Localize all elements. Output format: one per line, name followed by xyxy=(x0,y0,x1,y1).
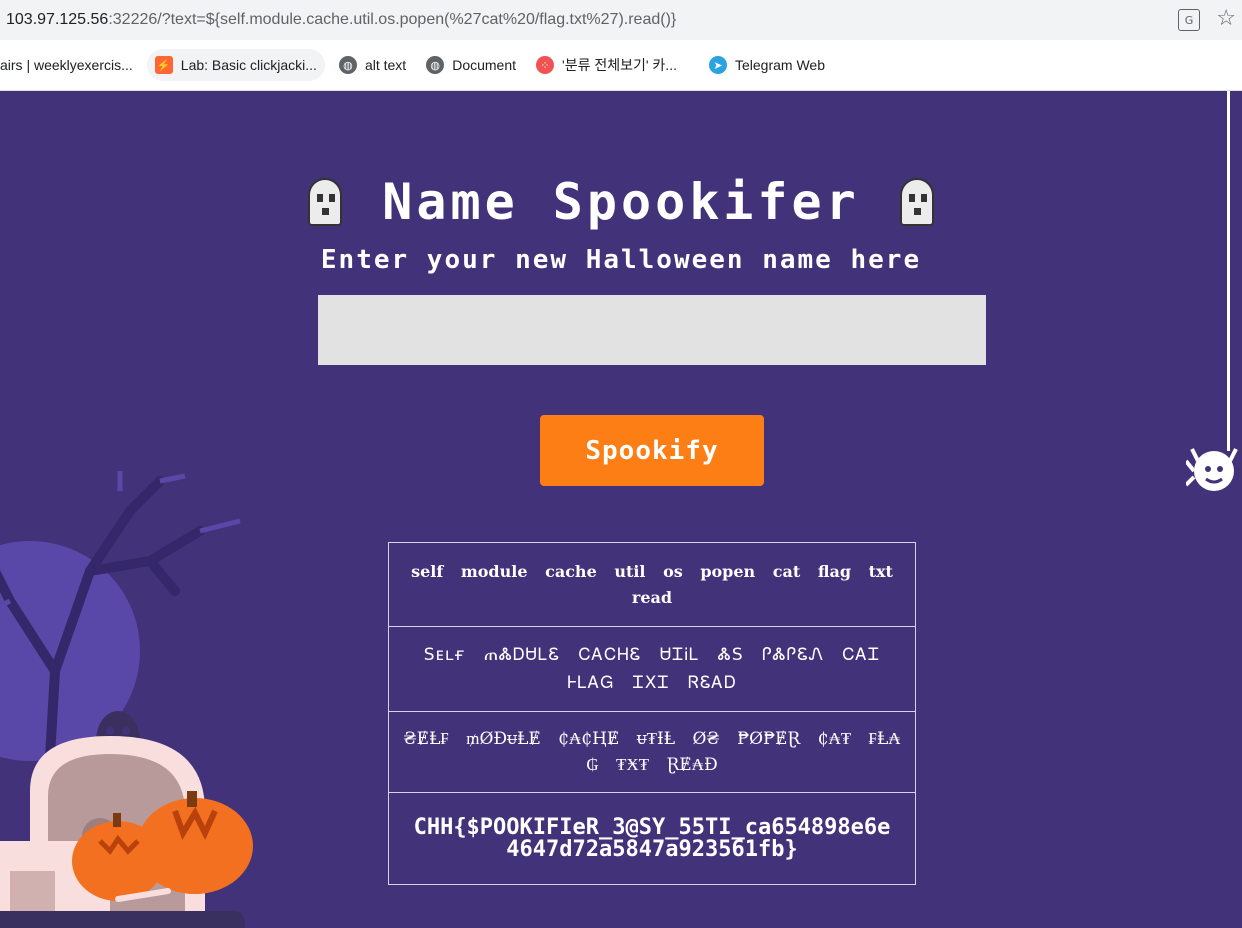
telegram-icon: ➤ xyxy=(708,56,727,74)
spider-icon xyxy=(1186,448,1238,491)
globe-icon: ◍ xyxy=(426,56,445,74)
url-host: 103.97.125.56 xyxy=(6,11,109,28)
bookmark-item[interactable]: airs | weeklyexercis... xyxy=(0,49,141,81)
table-row: self module cache util os popen cat flag… xyxy=(388,542,916,627)
bookmark-label: '분류 전체보기' 카... xyxy=(562,57,677,73)
table-row: ₴ɆⱠ₣ ₥ØĐᵾⱠɆ ₵₳₵ⱧɆ ᵾ₮ƗⱠ Ø₴ ₱Ø₱ɆⱤ ₵₳₮ ₣Ⱡ₳₲… xyxy=(388,711,916,793)
result-cell: self module cache util os popen cat flag… xyxy=(388,542,916,627)
table-row: Sᴇʟғ ጠᏜᎠᏌᏞᏋ ᏟᎪᏟᎻᏋ ᏌᏆᎥᏞ ᏜS ᎵᏜᎵᏋᏁ ᏟᎪᏆ ᎰᏞᎪᏀ… xyxy=(388,626,916,712)
bookmark-label: Telegram Web xyxy=(734,57,825,73)
url-path: :32226/?text=${self.module.cache.util.os… xyxy=(108,11,677,28)
result-cell: ₴ɆⱠ₣ ₥ØĐᵾⱠɆ ₵₳₵ⱧɆ ᵾ₮ƗⱠ Ø₴ ₱Ø₱ɆⱤ ₵₳₮ ₣Ⱡ₳₲… xyxy=(388,711,916,793)
translate-glyph: G xyxy=(1184,13,1194,27)
globe-icon: ◍ xyxy=(338,56,357,74)
results-table: self module cache util os popen cat flag… xyxy=(388,542,916,885)
bookmarks-bar: airs | weeklyexercis... ⚡ Lab: Basic cli… xyxy=(0,40,1242,91)
result-cell: Sᴇʟғ ጠᏜᎠᏌᏞᏋ ᏟᎪᏟᎻᏋ ᏌᏆᎥᏞ ᏜS ᎵᏜᎵᏋᏁ ᏟᎪᏆ ᎰᏞᎪᏀ… xyxy=(388,626,916,712)
title-row: Name Spookifer xyxy=(0,173,1242,231)
bookmark-item[interactable]: ⚡ Lab: Basic clickjacki... xyxy=(146,49,325,81)
page-title: Name Spookifer xyxy=(382,173,860,231)
bookmark-label: alt text xyxy=(364,57,407,73)
page-body: Name Spookifer Enter your new Halloween … xyxy=(0,91,1242,928)
bookmark-label: Document xyxy=(452,57,517,73)
bookmark-label: airs | weeklyexercis... xyxy=(0,57,133,73)
bookmark-item[interactable]: ◍ Document xyxy=(418,49,524,81)
name-input[interactable] xyxy=(318,295,986,365)
page-subtitle: Enter your new Halloween name here xyxy=(320,245,922,275)
kakao-icon: ⁘ xyxy=(536,56,555,74)
ghost-icon xyxy=(899,178,934,226)
address-bar[interactable]: 103.97.125.56:32226/?text=${self.module.… xyxy=(0,0,1242,40)
bookmark-item[interactable]: ⁘ '분류 전체보기' 카... xyxy=(528,49,685,81)
graveyard-illustration xyxy=(0,471,253,928)
ghost-icon xyxy=(308,178,343,226)
bookmark-label: Lab: Basic clickjacki... xyxy=(180,57,317,73)
bookmark-star-icon[interactable]: ☆ xyxy=(1216,6,1236,31)
table-row: CHH{$POOKIFIeR_3@SY_55TI_ca654898e6e4647… xyxy=(388,792,916,885)
bookmark-item[interactable]: ◍ alt text xyxy=(331,49,414,81)
lab-icon: ⚡ xyxy=(154,56,173,74)
bookmark-item[interactable]: ➤ Telegram Web xyxy=(701,49,833,81)
result-cell: CHH{$POOKIFIeR_3@SY_55TI_ca654898e6e4647… xyxy=(388,792,916,885)
translate-icon[interactable]: G xyxy=(1178,9,1200,31)
url-text[interactable]: 103.97.125.56:32226/?text=${self.module.… xyxy=(0,11,676,29)
spookify-button[interactable]: Spookify xyxy=(540,415,764,486)
